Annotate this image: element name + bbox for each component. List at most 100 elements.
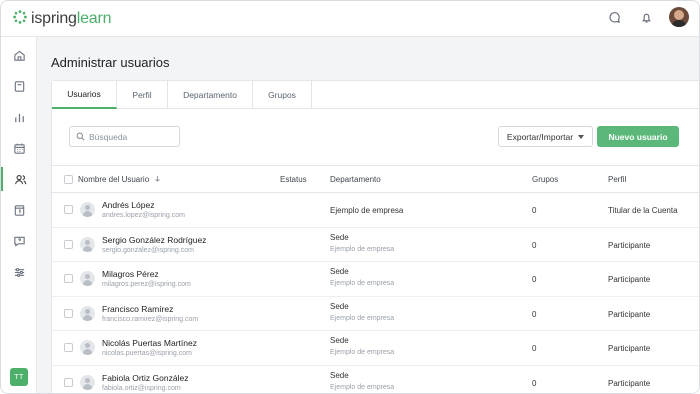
sidebar-item-questions[interactable]: [1, 229, 37, 253]
user-name[interactable]: Sergio González Rodríguez: [102, 235, 206, 245]
table-row[interactable]: Francisco Ramírez francisco.ramirez@ispr…: [52, 297, 699, 331]
new-user-button[interactable]: Nuevo usuario: [597, 126, 679, 147]
user-profile: Participante: [608, 309, 651, 319]
column-header-groups[interactable]: Grupos: [532, 175, 558, 184]
user-initials-badge[interactable]: TT: [10, 368, 28, 386]
user-department-parent: Ejemplo de empresa: [330, 245, 395, 253]
sidebar: TT: [1, 37, 37, 393]
user-profile: Participante: [608, 275, 651, 284]
avatar: [80, 305, 95, 321]
user-groups: 0: [532, 206, 537, 215]
column-header-profile[interactable]: Perfil: [608, 175, 626, 184]
users-icon: [14, 174, 26, 184]
user-department-parent: Ejemplo de empresa: [330, 349, 395, 356]
tab-users[interactable]: Usuarios: [52, 81, 117, 109]
user-name[interactable]: Nicolás Puertas Martínez: [102, 338, 197, 348]
search-icon: [76, 128, 85, 146]
logo-text: ispringlearn: [31, 10, 112, 28]
tab-bar: Usuarios Perfil Departamento Grupos: [52, 81, 699, 109]
user-email: sergio.gonzalez@ispring.com: [102, 246, 194, 254]
row-checkbox[interactable]: [64, 343, 73, 352]
user-name[interactable]: Andrés López: [102, 200, 154, 210]
user-profile: Participante: [608, 378, 651, 388]
user-department-parent: Ejemplo de empresa: [330, 314, 395, 322]
users-card: Usuarios Perfil Departamento Grupos Expo…: [51, 80, 699, 394]
user-email: fabiola.ortiz@ispring.com: [102, 384, 181, 392]
table-row[interactable]: Nicolás Puertas Martínez nicolas.puertas…: [52, 331, 699, 366]
row-checkbox[interactable]: [64, 274, 73, 283]
row-checkbox[interactable]: [64, 239, 73, 249]
user-department: Ejemplo de empresa: [330, 206, 404, 215]
sidebar-item-reports[interactable]: [1, 105, 37, 129]
user-name[interactable]: Francisco Ramírez: [102, 304, 173, 314]
table-row[interactable]: Andrés López andres.lopez@ispring.com Ej…: [52, 193, 699, 228]
user-groups: 0: [532, 378, 537, 388]
logo-suffix: learn: [76, 10, 112, 27]
user-email: francisco.ramirez@ispring.com: [102, 315, 199, 323]
user-groups: 0: [532, 275, 537, 284]
user-groups: 0: [532, 240, 537, 250]
select-all-checkbox[interactable]: [64, 175, 73, 184]
avatar: [80, 374, 95, 390]
user-groups: 0: [532, 344, 537, 353]
logo-prefix: ispring: [31, 10, 77, 27]
row-checkbox[interactable]: [64, 205, 73, 214]
sidebar-item-courses[interactable]: [1, 198, 37, 222]
table-row[interactable]: Milagros Pérez milagros.perez@ispring.co…: [52, 262, 699, 297]
sidebar-item-library[interactable]: [1, 74, 37, 98]
question-chat-icon: [13, 236, 25, 247]
column-header-status[interactable]: Estatus: [280, 175, 307, 184]
course-icon: [14, 204, 24, 216]
table-row[interactable]: Sergio González Rodríguez sergio.gonzale…: [52, 228, 699, 262]
top-actions: [605, 7, 689, 27]
avatar: [80, 202, 95, 217]
sidebar-item-settings[interactable]: [1, 260, 37, 284]
chevron-down-icon: [578, 134, 585, 139]
search-input[interactable]: [89, 131, 175, 142]
tab-groups[interactable]: Grupos: [253, 81, 312, 109]
main-content: Administrar usuarios Usuarios Perfil Dep…: [37, 37, 699, 394]
sort-arrow-icon: [155, 175, 161, 182]
chat-icon[interactable]: [605, 8, 623, 26]
row-checkbox[interactable]: [64, 308, 73, 318]
search-box: [69, 126, 180, 147]
sidebar-item-calendar[interactable]: [1, 136, 37, 160]
sliders-icon: [14, 267, 24, 277]
app-window: ispringlearn TT Administrar usuarios Usu…: [0, 0, 700, 394]
user-name[interactable]: Milagros Pérez: [102, 269, 159, 279]
column-header-name-label: Nombre del Usuario: [78, 175, 150, 184]
user-avatar[interactable]: [669, 7, 689, 27]
user-profile: Titular de la Cuenta: [608, 206, 678, 215]
user-email: milagros.perez@ispring.com: [102, 281, 191, 288]
calendar-icon: [13, 143, 25, 154]
user-department-parent: Ejemplo de empresa: [330, 280, 395, 287]
bell-icon[interactable]: [637, 8, 655, 26]
user-name[interactable]: Fabiola Ortiz González: [102, 373, 188, 383]
table-row[interactable]: Fabiola Ortiz González fabiola.ortiz@isp…: [52, 366, 699, 394]
tab-department[interactable]: Departamento: [168, 81, 253, 109]
user-department: Sede: [330, 336, 349, 345]
export-import-label: Exportar/Importar: [506, 131, 574, 142]
logo-icon: [13, 9, 27, 29]
sidebar-item-home[interactable]: [1, 43, 37, 67]
export-import-dropdown[interactable]: Exportar/Importar: [498, 126, 593, 147]
user-email: nicolas.puertas@ispring.com: [102, 350, 192, 357]
bar-chart-icon: [14, 113, 24, 122]
user-department-parent: Ejemplo de empresa: [330, 383, 395, 391]
column-header-name[interactable]: Nombre del Usuario: [78, 175, 161, 184]
user-department: Sede: [330, 232, 349, 242]
avatar: [80, 340, 95, 355]
tab-profile[interactable]: Perfil: [117, 81, 168, 109]
user-email: andres.lopez@ispring.com: [102, 212, 185, 219]
sidebar-item-users[interactable]: [1, 167, 37, 191]
column-header-department[interactable]: Departamento: [330, 175, 381, 184]
logo[interactable]: ispringlearn: [13, 9, 112, 29]
row-checkbox[interactable]: [64, 377, 73, 387]
user-department: Sede: [330, 370, 349, 380]
top-bar: ispringlearn: [1, 1, 699, 37]
book-icon: [14, 80, 24, 92]
user-profile: Participante: [608, 240, 651, 250]
user-department: Sede: [330, 267, 349, 276]
page-title: Administrar usuarios: [51, 55, 170, 70]
home-icon: [13, 50, 25, 61]
